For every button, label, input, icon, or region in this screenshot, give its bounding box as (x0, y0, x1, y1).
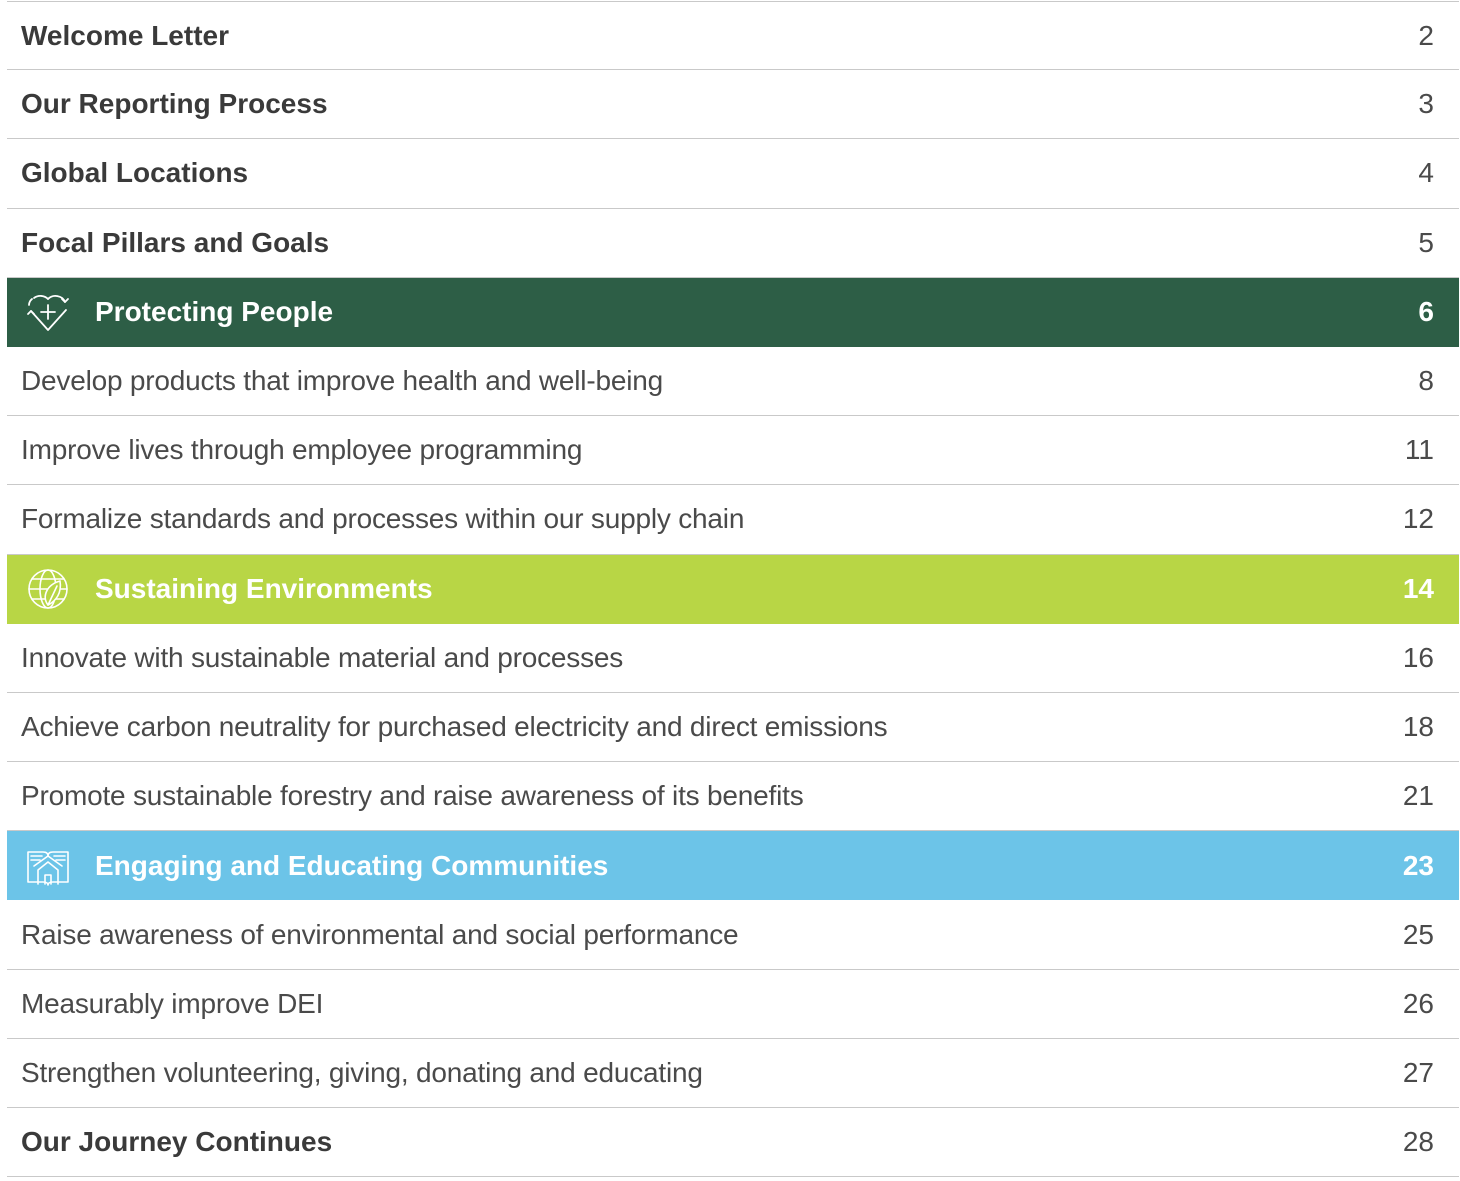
toc-entry-label: Global Locations (21, 157, 249, 189)
toc-entry-global-locations[interactable]: Global Locations 4 (7, 139, 1459, 209)
toc-entry-label: Develop products that improve health and… (21, 365, 663, 397)
toc-entry-page: 11 (1404, 434, 1434, 466)
toc-entry-label: Measurably improve DEI (21, 987, 324, 1019)
toc-entry-page: 25 (1402, 918, 1434, 950)
section-title: Sustaining Environments (95, 573, 433, 605)
globe-leaf-icon (23, 566, 73, 612)
toc-entry-page: 12 (1402, 503, 1434, 535)
toc-entry-journey-continues[interactable]: Our Journey Continues 28 (7, 1108, 1459, 1178)
toc-entry-label: Achieve carbon neutrality for purchased … (21, 710, 888, 742)
toc-entry-label: Promote sustainable forestry and raise a… (21, 780, 804, 812)
toc-entry-label: Focal Pillars and Goals (21, 226, 330, 258)
toc-section-sustaining-environments[interactable]: Sustaining Environments 14 (7, 554, 1459, 624)
toc-entry-page: 2 (1418, 19, 1434, 51)
toc-entry-page: 27 (1402, 1056, 1434, 1088)
toc-section-protecting-people[interactable]: Protecting People 6 (7, 277, 1459, 347)
toc-entry-dei[interactable]: Measurably improve DEI 26 (7, 970, 1459, 1039)
toc-entry-label: Raise awareness of environmental and soc… (21, 918, 739, 950)
toc-entry-label: Our Reporting Process (21, 88, 328, 120)
house-book-icon (23, 843, 73, 889)
toc-entry-supply-chain[interactable]: Formalize standards and processes within… (7, 485, 1459, 555)
toc-entry-page: 8 (1418, 365, 1434, 397)
toc-entry-page: 26 (1402, 987, 1434, 1019)
toc-entry-sustainable-material[interactable]: Innovate with sustainable material and p… (7, 624, 1459, 693)
section-title: Engaging and Educating Communities (95, 849, 609, 881)
toc-entry-focal-pillars[interactable]: Focal Pillars and Goals 5 (7, 209, 1459, 278)
section-page: 14 (1402, 573, 1434, 605)
toc-entry-label: Strengthen volunteering, giving, donatin… (21, 1056, 703, 1088)
toc-entry-page: 16 (1402, 641, 1434, 673)
toc-entry-page: 28 (1402, 1126, 1434, 1158)
toc-entry-page: 5 (1418, 226, 1434, 258)
toc-entry-label: Formalize standards and processes within… (21, 503, 745, 535)
toc-entry-employee-programming[interactable]: Improve lives through employee programmi… (7, 416, 1459, 486)
section-heading: Sustaining Environments (23, 566, 433, 612)
toc-entry-sustainable-forestry[interactable]: Promote sustainable forestry and raise a… (7, 762, 1459, 832)
toc-entry-label: Improve lives through employee programmi… (21, 434, 583, 466)
toc-entry-welcome-letter[interactable]: Welcome Letter 2 (7, 1, 1459, 71)
table-of-contents: Welcome Letter 2 Our Reporting Process 3… (7, 1, 1459, 1178)
toc-entry-page: 18 (1402, 710, 1434, 742)
toc-entry-page: 4 (1418, 157, 1434, 189)
toc-entry-label: Our Journey Continues (21, 1126, 333, 1158)
toc-entry-page: 3 (1418, 88, 1434, 120)
toc-section-engaging-communities[interactable]: Engaging and Educating Communities 23 (7, 831, 1459, 901)
section-heading: Protecting People (23, 289, 333, 335)
heart-plus-icon (23, 289, 73, 335)
toc-entry-label: Welcome Letter (21, 19, 229, 51)
toc-entry-volunteering[interactable]: Strengthen volunteering, giving, donatin… (7, 1039, 1459, 1108)
section-page: 6 (1418, 296, 1434, 328)
section-page: 23 (1402, 849, 1434, 881)
section-title: Protecting People (95, 296, 334, 328)
toc-entry-carbon-neutrality[interactable]: Achieve carbon neutrality for purchased … (7, 693, 1459, 763)
toc-entry-awareness-performance[interactable]: Raise awareness of environmental and soc… (7, 900, 1459, 970)
toc-entry-health-products[interactable]: Develop products that improve health and… (7, 347, 1459, 417)
toc-entry-page: 21 (1402, 780, 1434, 812)
toc-entry-reporting-process[interactable]: Our Reporting Process 3 (7, 70, 1459, 140)
toc-entry-label: Innovate with sustainable material and p… (21, 641, 624, 673)
section-heading: Engaging and Educating Communities (23, 843, 608, 889)
